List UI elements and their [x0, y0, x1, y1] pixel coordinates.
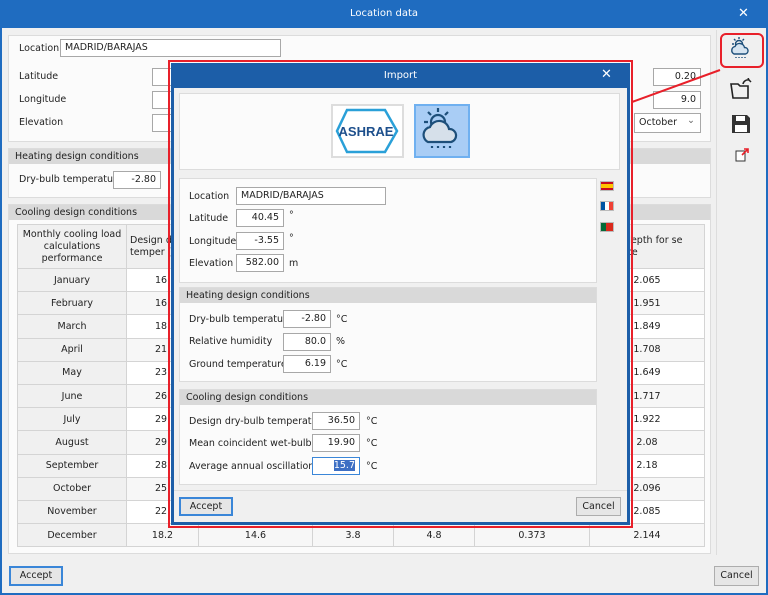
- svg-text:ASHRAE: ASHRAE: [339, 124, 394, 139]
- rh-input[interactable]: 80.0: [283, 333, 331, 351]
- rh-unit: %: [336, 336, 346, 347]
- import-longitude-label: Longitude: [189, 236, 237, 247]
- longitude-unit: °: [289, 233, 294, 244]
- elevation-label: Elevation: [19, 117, 64, 128]
- month-cell: December: [17, 523, 127, 548]
- month-cell: June: [17, 383, 127, 409]
- import-close-button[interactable]: ✕: [601, 62, 612, 87]
- header-month: Monthly cooling load calculations perfor…: [17, 224, 127, 269]
- month-cell: January: [17, 267, 127, 293]
- oscillation-unit: °C: [366, 461, 378, 472]
- latitude-label: Latitude: [19, 71, 59, 82]
- open-folder-icon[interactable]: [729, 77, 753, 103]
- month-cell: November: [17, 499, 127, 525]
- french-flag-icon[interactable]: [600, 201, 614, 211]
- ground-temp-input[interactable]: 6.19: [283, 355, 331, 373]
- month-cell: July: [17, 407, 127, 432]
- design-dry-bulb-unit: °C: [366, 416, 378, 427]
- import-dry-bulb-label: Dry-bulb temperature: [189, 314, 293, 325]
- design-dry-bulb-input[interactable]: 36.50: [312, 412, 360, 430]
- longitude-label: Longitude: [19, 94, 67, 105]
- ground-temp-label: Ground temperature: [189, 359, 287, 370]
- import-elevation-label: Elevation: [189, 258, 234, 269]
- window-title: Location data: [0, 0, 768, 28]
- design-dry-bulb-label: Design dry-bulb temperature: [189, 416, 328, 427]
- import-elevation-input[interactable]: 582.00: [236, 254, 284, 272]
- month-cell: March: [17, 314, 127, 339]
- latitude-unit: °: [289, 210, 294, 221]
- spanish-flag-icon[interactable]: [600, 181, 614, 191]
- import-longitude-input[interactable]: -3.55: [236, 232, 284, 250]
- oscillation-selected-value: 15.7: [333, 460, 355, 471]
- import-dialog-title: Import: [171, 63, 630, 88]
- import-cooling-header: Cooling design conditions: [180, 390, 596, 405]
- close-window-button[interactable]: ✕: [738, 0, 749, 28]
- annotation-line: [631, 69, 721, 103]
- import-dry-bulb-input[interactable]: -2.80: [283, 310, 331, 328]
- month-select-value: October: [639, 117, 678, 128]
- month-cell: May: [17, 360, 127, 385]
- location-input[interactable]: MADRID/BARAJAS: [60, 39, 281, 57]
- dry-bulb-unit: °C: [336, 314, 348, 325]
- save-icon[interactable]: [731, 114, 751, 137]
- wet-bulb-unit: °C: [366, 438, 378, 449]
- month-cell: August: [17, 430, 127, 455]
- elevation-unit: m: [289, 258, 299, 269]
- import-latitude-label: Latitude: [189, 213, 229, 224]
- weather-cloud-icon: [422, 108, 458, 150]
- month-cell: October: [17, 476, 127, 501]
- weather-source-button[interactable]: [414, 104, 470, 158]
- month-select[interactable]: October ⌄: [634, 113, 701, 133]
- import-latitude-input[interactable]: 40.45: [236, 209, 284, 227]
- import-heating-header: Heating design conditions: [180, 288, 596, 303]
- wet-bulb-label: Mean coincident wet-bulb: [189, 438, 312, 449]
- import-accept-button[interactable]: Accept: [179, 497, 233, 516]
- import-location-input[interactable]: MADRID/BARAJAS: [236, 187, 386, 205]
- chevron-down-icon: ⌄: [687, 115, 695, 126]
- oscillation-label: Average annual oscillation: [189, 461, 315, 472]
- month-cell: April: [17, 337, 127, 362]
- ashrae-source-button[interactable]: ASHRAE: [331, 104, 404, 158]
- dialog-footer-divider: [174, 490, 627, 491]
- rh-label: Relative humidity: [189, 336, 273, 347]
- ground-temp-unit: °C: [336, 359, 348, 370]
- dry-bulb-input[interactable]: -2.80: [113, 171, 161, 189]
- month-cell: September: [17, 453, 127, 478]
- accept-button[interactable]: Accept: [9, 566, 63, 586]
- export-icon[interactable]: [735, 148, 749, 165]
- oscillation-input[interactable]: 15.7: [312, 457, 360, 475]
- cancel-button[interactable]: Cancel: [714, 566, 759, 586]
- month-cell: February: [17, 291, 127, 316]
- location-label: Location: [19, 43, 60, 54]
- dry-bulb-label: Dry-bulb temperature: [19, 174, 123, 185]
- ashrae-logo: ASHRAE: [335, 108, 399, 154]
- wet-bulb-input[interactable]: 19.90: [312, 434, 360, 452]
- import-location-label: Location: [189, 191, 230, 202]
- import-cancel-button[interactable]: Cancel: [576, 497, 621, 516]
- portuguese-flag-icon[interactable]: [600, 222, 614, 232]
